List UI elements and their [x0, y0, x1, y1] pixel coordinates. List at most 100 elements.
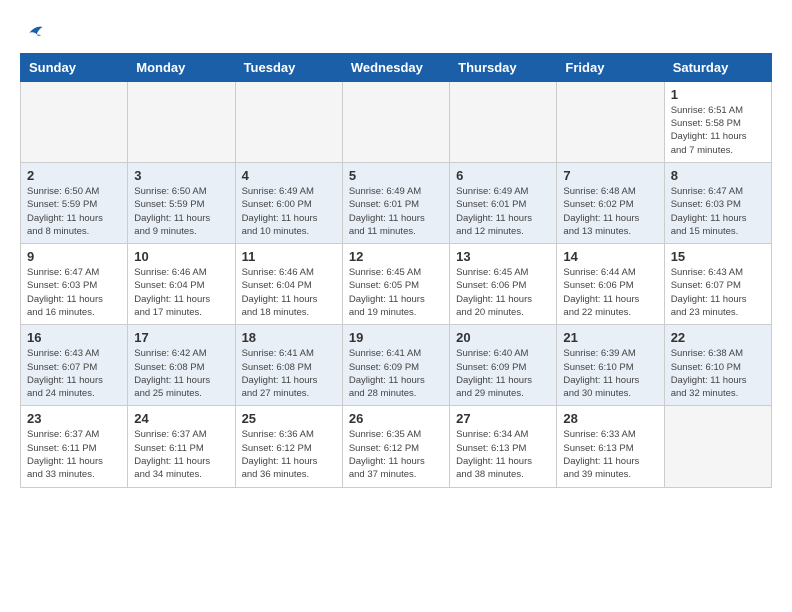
- calendar-cell: 14 Sunrise: 6:44 AM Sunset: 6:06 PM Dayli…: [557, 244, 664, 325]
- calendar-cell: 10 Sunrise: 6:46 AM Sunset: 6:04 PM Dayli…: [128, 244, 235, 325]
- day-number: 19: [349, 330, 443, 345]
- calendar-cell: 20 Sunrise: 6:40 AM Sunset: 6:09 PM Dayli…: [450, 325, 557, 406]
- day-number: 2: [27, 168, 121, 183]
- calendar-cell: 4 Sunrise: 6:49 AM Sunset: 6:00 PM Daylig…: [235, 162, 342, 243]
- calendar-cell: 5 Sunrise: 6:49 AM Sunset: 6:01 PM Daylig…: [342, 162, 449, 243]
- day-info: Sunrise: 6:47 AM Sunset: 6:03 PM Dayligh…: [27, 266, 121, 319]
- day-number: 15: [671, 249, 765, 264]
- weekday-header-monday: Monday: [128, 53, 235, 81]
- day-number: 20: [456, 330, 550, 345]
- calendar-cell: 12 Sunrise: 6:45 AM Sunset: 6:05 PM Dayli…: [342, 244, 449, 325]
- calendar-cell: 2 Sunrise: 6:50 AM Sunset: 5:59 PM Daylig…: [21, 162, 128, 243]
- day-info: Sunrise: 6:50 AM Sunset: 5:59 PM Dayligh…: [27, 185, 121, 238]
- calendar-cell: 17Sunrise: 6:42 AM Sunset: 6:08 PM Dayli…: [128, 325, 235, 406]
- calendar-cell: 15 Sunrise: 6:43 AM Sunset: 6:07 PM Dayli…: [664, 244, 771, 325]
- day-number: 1: [671, 87, 765, 102]
- calendar-cell: 1 Sunrise: 6:51 AM Sunset: 5:58 PM Daylig…: [664, 81, 771, 162]
- calendar-cell: [21, 81, 128, 162]
- calendar-cell: 23 Sunrise: 6:37 AM Sunset: 6:11 PM Dayli…: [21, 406, 128, 487]
- day-info: Sunrise: 6:42 AM Sunset: 6:08 PM Dayligh…: [134, 347, 228, 400]
- calendar-cell: 6 Sunrise: 6:49 AM Sunset: 6:01 PM Daylig…: [450, 162, 557, 243]
- calendar-cell: 8Sunrise: 6:47 AM Sunset: 6:03 PM Daylig…: [664, 162, 771, 243]
- calendar-week-row: 16 Sunrise: 6:43 AM Sunset: 6:07 PM Dayli…: [21, 325, 772, 406]
- day-info: Sunrise: 6:41 AM Sunset: 6:09 PM Dayligh…: [349, 347, 443, 400]
- weekday-header-sunday: Sunday: [21, 53, 128, 81]
- day-info: Sunrise: 6:49 AM Sunset: 6:01 PM Dayligh…: [349, 185, 443, 238]
- calendar-cell: 18 Sunrise: 6:41 AM Sunset: 6:08 PM Dayli…: [235, 325, 342, 406]
- day-info: Sunrise: 6:38 AM Sunset: 6:10 PM Dayligh…: [671, 347, 765, 400]
- calendar-cell: 25Sunrise: 6:36 AM Sunset: 6:12 PM Dayli…: [235, 406, 342, 487]
- calendar-week-row: 9 Sunrise: 6:47 AM Sunset: 6:03 PM Daylig…: [21, 244, 772, 325]
- day-info: Sunrise: 6:47 AM Sunset: 6:03 PM Dayligh…: [671, 185, 765, 238]
- calendar-cell: 26 Sunrise: 6:35 AM Sunset: 6:12 PM Dayli…: [342, 406, 449, 487]
- day-number: 10: [134, 249, 228, 264]
- logo: [20, 20, 46, 43]
- day-info: Sunrise: 6:46 AM Sunset: 6:04 PM Dayligh…: [242, 266, 336, 319]
- day-number: 12: [349, 249, 443, 264]
- calendar-cell: 27 Sunrise: 6:34 AM Sunset: 6:13 PM Dayli…: [450, 406, 557, 487]
- day-number: 6: [456, 168, 550, 183]
- day-number: 26: [349, 411, 443, 426]
- day-info: Sunrise: 6:43 AM Sunset: 6:07 PM Dayligh…: [671, 266, 765, 319]
- day-info: Sunrise: 6:49 AM Sunset: 6:00 PM Dayligh…: [242, 185, 336, 238]
- day-number: 27: [456, 411, 550, 426]
- day-number: 18: [242, 330, 336, 345]
- weekday-header-friday: Friday: [557, 53, 664, 81]
- day-info: Sunrise: 6:44 AM Sunset: 6:06 PM Dayligh…: [563, 266, 657, 319]
- day-number: 5: [349, 168, 443, 183]
- weekday-header-wednesday: Wednesday: [342, 53, 449, 81]
- day-number: 14: [563, 249, 657, 264]
- day-info: Sunrise: 6:39 AM Sunset: 6:10 PM Dayligh…: [563, 347, 657, 400]
- day-info: Sunrise: 6:51 AM Sunset: 5:58 PM Dayligh…: [671, 104, 765, 157]
- day-info: Sunrise: 6:36 AM Sunset: 6:12 PM Dayligh…: [242, 428, 336, 481]
- calendar-cell: 24 Sunrise: 6:37 AM Sunset: 6:11 PM Dayli…: [128, 406, 235, 487]
- calendar-cell: 13 Sunrise: 6:45 AM Sunset: 6:06 PM Dayli…: [450, 244, 557, 325]
- calendar-week-row: 1 Sunrise: 6:51 AM Sunset: 5:58 PM Daylig…: [21, 81, 772, 162]
- day-number: 13: [456, 249, 550, 264]
- calendar-table: SundayMondayTuesdayWednesdayThursdayFrid…: [20, 53, 772, 488]
- calendar-cell: [450, 81, 557, 162]
- calendar-cell: [128, 81, 235, 162]
- day-info: Sunrise: 6:37 AM Sunset: 6:11 PM Dayligh…: [134, 428, 228, 481]
- day-info: Sunrise: 6:48 AM Sunset: 6:02 PM Dayligh…: [563, 185, 657, 238]
- day-info: Sunrise: 6:49 AM Sunset: 6:01 PM Dayligh…: [456, 185, 550, 238]
- calendar-cell: 16 Sunrise: 6:43 AM Sunset: 6:07 PM Dayli…: [21, 325, 128, 406]
- day-info: Sunrise: 6:34 AM Sunset: 6:13 PM Dayligh…: [456, 428, 550, 481]
- weekday-header-row: SundayMondayTuesdayWednesdayThursdayFrid…: [21, 53, 772, 81]
- day-number: 21: [563, 330, 657, 345]
- day-info: Sunrise: 6:45 AM Sunset: 6:05 PM Dayligh…: [349, 266, 443, 319]
- day-number: 4: [242, 168, 336, 183]
- logo-bird-icon: [22, 21, 44, 43]
- day-info: Sunrise: 6:35 AM Sunset: 6:12 PM Dayligh…: [349, 428, 443, 481]
- day-info: Sunrise: 6:33 AM Sunset: 6:13 PM Dayligh…: [563, 428, 657, 481]
- day-number: 9: [27, 249, 121, 264]
- day-number: 24: [134, 411, 228, 426]
- calendar-cell: 21 Sunrise: 6:39 AM Sunset: 6:10 PM Dayli…: [557, 325, 664, 406]
- day-info: Sunrise: 6:40 AM Sunset: 6:09 PM Dayligh…: [456, 347, 550, 400]
- day-info: Sunrise: 6:46 AM Sunset: 6:04 PM Dayligh…: [134, 266, 228, 319]
- calendar-cell: [664, 406, 771, 487]
- calendar-cell: 7 Sunrise: 6:48 AM Sunset: 6:02 PM Daylig…: [557, 162, 664, 243]
- calendar-cell: 9 Sunrise: 6:47 AM Sunset: 6:03 PM Daylig…: [21, 244, 128, 325]
- calendar-cell: 28 Sunrise: 6:33 AM Sunset: 6:13 PM Dayli…: [557, 406, 664, 487]
- day-info: Sunrise: 6:37 AM Sunset: 6:11 PM Dayligh…: [27, 428, 121, 481]
- weekday-header-tuesday: Tuesday: [235, 53, 342, 81]
- day-info: Sunrise: 6:43 AM Sunset: 6:07 PM Dayligh…: [27, 347, 121, 400]
- calendar-cell: [557, 81, 664, 162]
- calendar-week-row: 23 Sunrise: 6:37 AM Sunset: 6:11 PM Dayli…: [21, 406, 772, 487]
- day-number: 11: [242, 249, 336, 264]
- calendar-cell: [235, 81, 342, 162]
- day-number: 23: [27, 411, 121, 426]
- day-number: 28: [563, 411, 657, 426]
- page-header: [20, 20, 772, 43]
- calendar-cell: 3Sunrise: 6:50 AM Sunset: 5:59 PM Daylig…: [128, 162, 235, 243]
- day-info: Sunrise: 6:45 AM Sunset: 6:06 PM Dayligh…: [456, 266, 550, 319]
- calendar-week-row: 2 Sunrise: 6:50 AM Sunset: 5:59 PM Daylig…: [21, 162, 772, 243]
- day-number: 16: [27, 330, 121, 345]
- day-number: 7: [563, 168, 657, 183]
- calendar-cell: [342, 81, 449, 162]
- calendar-cell: 22Sunrise: 6:38 AM Sunset: 6:10 PM Dayli…: [664, 325, 771, 406]
- weekday-header-thursday: Thursday: [450, 53, 557, 81]
- day-info: Sunrise: 6:41 AM Sunset: 6:08 PM Dayligh…: [242, 347, 336, 400]
- weekday-header-saturday: Saturday: [664, 53, 771, 81]
